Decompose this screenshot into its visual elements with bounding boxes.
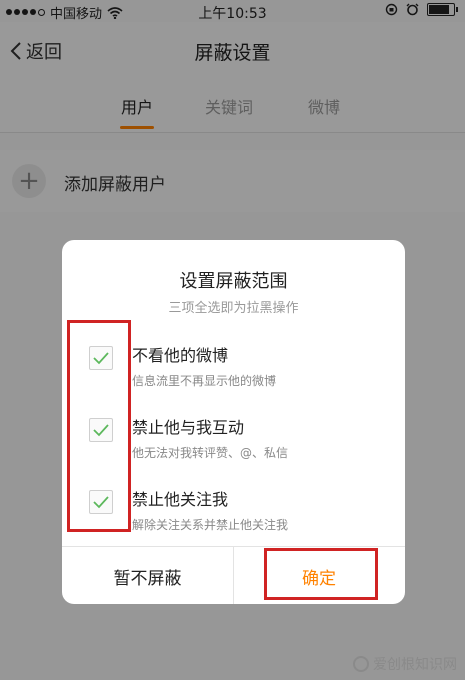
annotation-box-checkboxes: [67, 320, 131, 532]
option-title: 不看他的微博: [132, 346, 229, 365]
option-desc: 他无法对我转评赞、@、私信: [132, 446, 289, 460]
watermark-text: 爱创根知识网: [373, 657, 457, 673]
dialog-subtitle: 三项全选即为拉黑操作: [168, 301, 299, 316]
option-title: 禁止他关注我: [132, 490, 229, 509]
annotation-box-confirm: [264, 548, 378, 600]
dialog-title: 设置屏蔽范围: [179, 271, 288, 292]
option-title: 禁止他与我互动: [132, 418, 245, 437]
cancel-button[interactable]: 暂不屏蔽: [62, 547, 234, 604]
option-desc: 解除关注关系并禁止他关注我: [132, 518, 289, 532]
watermark-logo-icon: [353, 656, 369, 672]
watermark: 爱创根知识网: [353, 654, 457, 674]
option-desc: 信息流里不再显示他的微博: [132, 374, 277, 388]
